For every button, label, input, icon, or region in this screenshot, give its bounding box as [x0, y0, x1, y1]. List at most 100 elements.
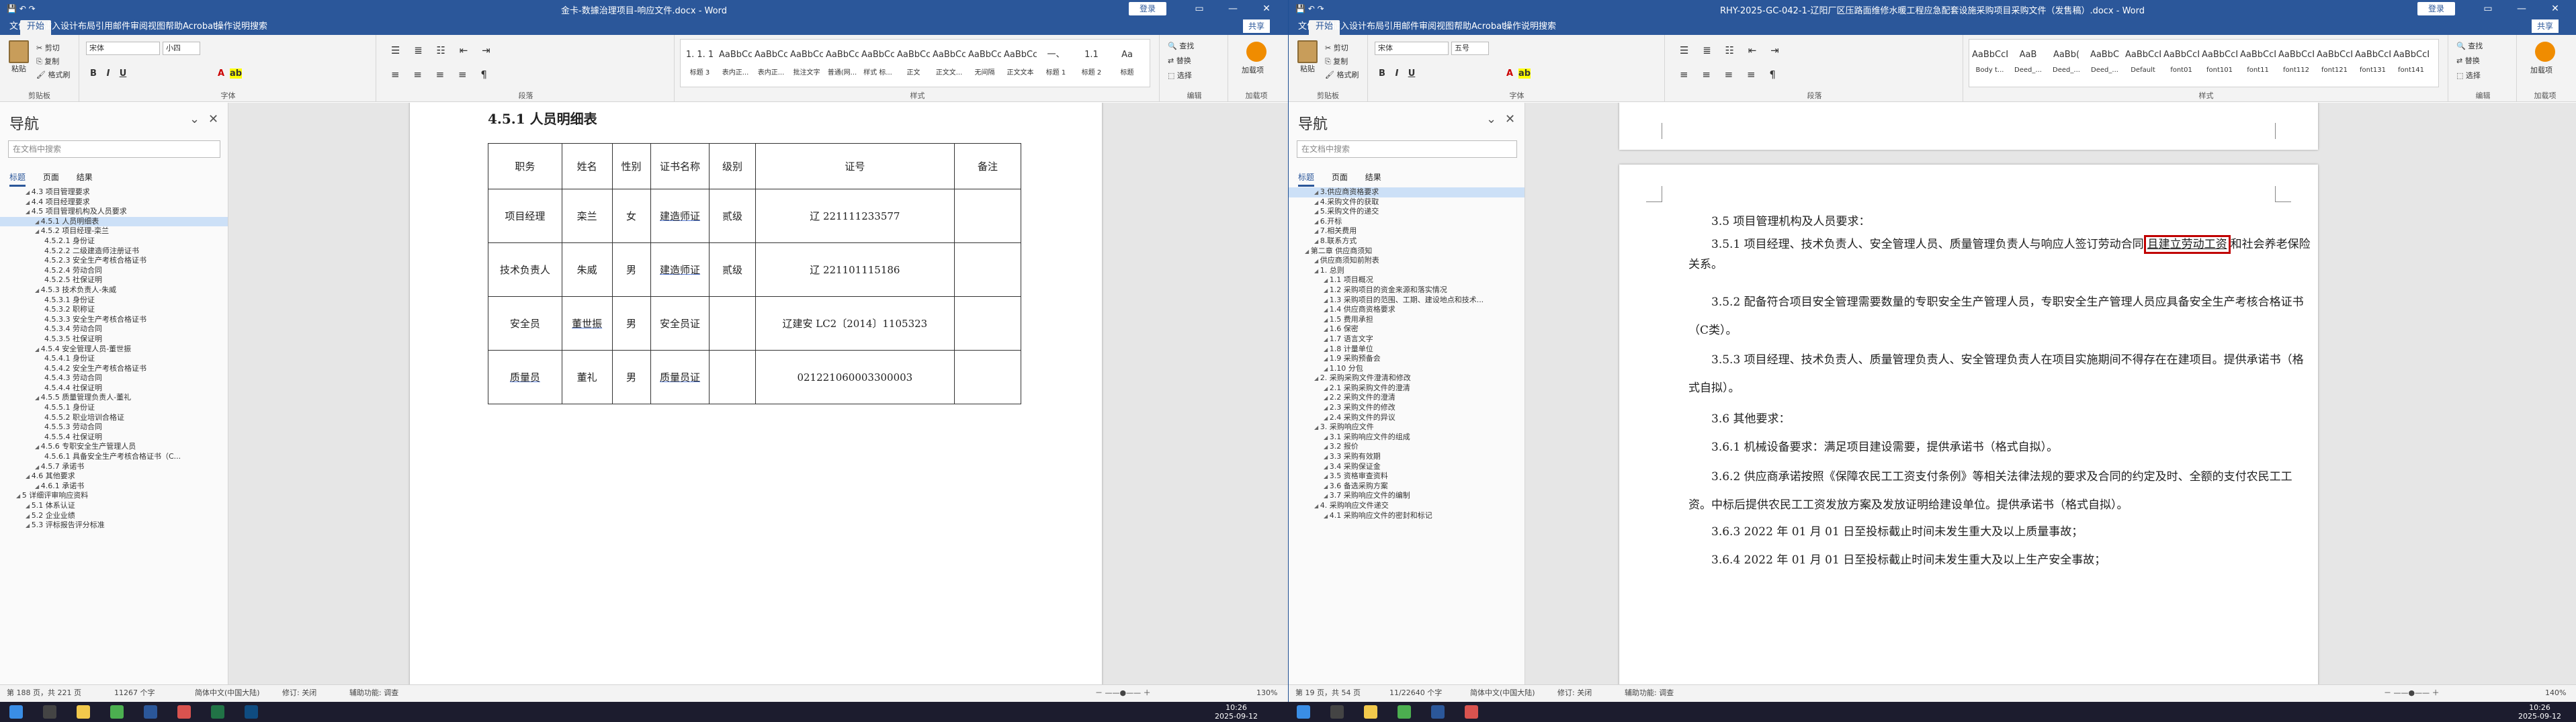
nav-heading-item[interactable]: 4.5.4.4 社保证明 [0, 383, 228, 394]
nav-heading-item[interactable]: ◢ 5.采购文件的递交 [1289, 207, 1525, 217]
style-gallery-item[interactable]: AaBbCcDd 正文文... [933, 44, 965, 84]
expand-triangle-icon[interactable]: ◢ [1314, 375, 1320, 381]
expand-triangle-icon[interactable]: ◢ [1324, 386, 1330, 392]
font-size-select[interactable]: 小四 [163, 42, 200, 55]
style-gallery-item[interactable]: AaBbCcDd 正文文本 [1004, 44, 1037, 84]
track-changes-status[interactable]: 修订: 关闭 [1557, 685, 1592, 701]
nav-heading-item[interactable]: 4.5.4.3 劳动合同 [0, 373, 228, 383]
zoom-slider[interactable]: － ——●—— ＋ [1095, 685, 1151, 701]
nav-heading-item[interactable]: ◢ 4.5.5 质量管理负责人-董礼 [0, 393, 228, 403]
nav-heading-item[interactable]: 4.5.6.1 具备安全生产考核合格证书（C... [0, 452, 228, 462]
excel-icon[interactable] [211, 705, 224, 719]
bold-button[interactable]: B [87, 69, 99, 79]
nav-tab-pages[interactable]: 页面 [1332, 171, 1348, 185]
style-gallery-item[interactable]: AaBbCcDc font131 [2355, 44, 2391, 84]
word-count[interactable]: 11/22640 个字 [1389, 685, 1442, 701]
expand-triangle-icon[interactable]: ◢ [26, 503, 32, 509]
addin-icon[interactable] [2535, 42, 2555, 62]
nav-heading-item[interactable]: ◢ 4.5.2 项目经理-栾兰 [0, 226, 228, 236]
style-gallery-item[interactable]: AaBbCcDdEe Body t... [1972, 44, 2008, 84]
pdf-icon[interactable] [1465, 705, 1478, 719]
expand-triangle-icon[interactable]: ◢ [1324, 473, 1330, 480]
expand-triangle-icon[interactable]: ◢ [1314, 424, 1320, 431]
nav-heading-item[interactable]: ◢ 4.5.4 安全管理人员-董世振 [0, 345, 228, 355]
page-count[interactable]: 第 19 页，共 54 页 [1295, 685, 1361, 701]
select-button[interactable]: ⬚ 选择 [1168, 70, 1192, 82]
list-buttons[interactable]: ☰ ≣ ☷ ⇤ ⇥ [391, 44, 496, 56]
nav-heading-item[interactable]: 4.5.3.5 社保证明 [0, 334, 228, 345]
font-color-button[interactable]: A [1504, 69, 1516, 79]
expand-triangle-icon[interactable]: ◢ [1324, 347, 1330, 353]
chevron-down-icon[interactable]: ⌄ [1486, 112, 1496, 126]
nav-heading-item[interactable]: ◢ 1.4 供应商资格要求 [1289, 305, 1525, 315]
addin-icon[interactable] [1246, 42, 1266, 62]
nav-heading-item[interactable]: ◢ 6.开标 [1289, 217, 1525, 227]
copy-button[interactable]: ⎘ 复制 [36, 56, 59, 67]
start-icon[interactable] [9, 705, 23, 719]
underline-button[interactable]: U [1406, 69, 1418, 79]
align-buttons[interactable]: ≡ ≡ ≡ ≡ ¶ [1680, 69, 1781, 81]
nav-tab-results[interactable]: 结果 [1365, 171, 1381, 185]
nav-heading-item[interactable]: ◢ 4.6.1 承诺书 [0, 482, 228, 492]
nav-heading-item[interactable]: 4.5.2.5 社保证明 [0, 275, 228, 285]
expand-triangle-icon[interactable]: ◢ [1324, 454, 1330, 460]
nav-heading-item[interactable]: ◢ 1.8 计量单位 [1289, 345, 1525, 355]
nav-heading-item[interactable]: ◢ 3.5 资格审查资料 [1289, 471, 1525, 482]
expand-triangle-icon[interactable]: ◢ [1324, 513, 1330, 519]
nav-heading-item[interactable]: 4.5.2.1 身份证 [0, 236, 228, 246]
style-gallery-item[interactable]: AaBbCcDd 样式 标... [861, 44, 894, 84]
nav-heading-item[interactable]: ◢ 1.7 语言文字 [1289, 334, 1525, 345]
start-icon[interactable] [1297, 705, 1310, 719]
browser-icon[interactable] [110, 705, 124, 719]
expand-triangle-icon[interactable]: ◢ [35, 464, 41, 470]
nav-heading-item[interactable]: ◢ 3.3 采购有效期 [1289, 452, 1525, 462]
nav-heading-item[interactable]: ◢ 1.3 采购项目的范围、工期、建设地点和技术... [1289, 296, 1525, 306]
style-gallery-item[interactable]: AaB Deed_... [2010, 44, 2046, 84]
copy-button[interactable]: ⎘ 复制 [1325, 56, 1348, 67]
nav-heading-item[interactable]: ◢ 1.10 分包 [1289, 364, 1525, 374]
expand-triangle-icon[interactable]: ◢ [16, 493, 22, 499]
expand-triangle-icon[interactable]: ◢ [1324, 366, 1330, 372]
nav-heading-item[interactable]: ◢ 4.3 项目管理要求 [0, 187, 228, 197]
word-count[interactable]: 11267 个字 [114, 685, 155, 701]
page-count[interactable]: 第 188 页，共 221 页 [7, 685, 81, 701]
expand-triangle-icon[interactable]: ◢ [35, 484, 41, 490]
expand-triangle-icon[interactable]: ◢ [1324, 317, 1330, 323]
close-button[interactable]: ✕ [2538, 0, 2572, 17]
nav-heading-item[interactable]: ◢ 4.5.1 人员明细表 [0, 216, 228, 227]
nav-search-input[interactable]: 在文档中搜索 [1297, 140, 1517, 158]
nav-heading-item[interactable]: ◢ 3.6 备选采购方案 [1289, 482, 1525, 492]
expand-triangle-icon[interactable]: ◢ [1324, 435, 1330, 441]
style-gallery-item[interactable]: AaBbCcDc font141 [2393, 44, 2429, 84]
nav-heading-item[interactable]: ◢ 3.1 采购响应文件的组成 [1289, 433, 1525, 443]
nav-heading-item[interactable]: ◢ 1.1 项目概况 [1289, 275, 1525, 285]
expand-triangle-icon[interactable]: ◢ [1314, 209, 1320, 215]
style-gallery-item[interactable]: 1. 1. 1 标题 3 [683, 44, 716, 84]
style-gallery-item[interactable]: 1.1 标题 2 [1075, 44, 1108, 84]
expand-triangle-icon[interactable]: ◢ [35, 287, 41, 294]
close-button[interactable]: ✕ [1250, 0, 1283, 17]
expand-triangle-icon[interactable]: ◢ [1324, 405, 1330, 411]
align-buttons[interactable]: ≡ ≡ ≡ ≡ ¶ [391, 69, 492, 81]
zoom-level[interactable]: 140% [2545, 685, 2566, 701]
highlight-button[interactable]: ab [1518, 69, 1531, 79]
share-button[interactable]: 共享 [2532, 19, 2559, 33]
nav-heading-item[interactable]: ◢ 7.相关费用 [1289, 226, 1525, 236]
bold-button[interactable]: B [1376, 69, 1388, 79]
nav-heading-item[interactable]: ◢ 供应商须知前附表 [1289, 256, 1525, 266]
format-painter-button[interactable]: 🖌 格式刷 [36, 70, 70, 81]
expand-triangle-icon[interactable]: ◢ [1324, 395, 1330, 401]
expand-triangle-icon[interactable]: ◢ [1314, 238, 1320, 244]
close-icon[interactable]: ✕ [208, 112, 218, 126]
nav-heading-item[interactable]: ◢ 1.5 费用承担 [1289, 315, 1525, 325]
nav-heading-item[interactable]: ◢ 3. 采购响应文件 [1289, 422, 1525, 433]
cut-button[interactable]: ✂ 剪切 [1325, 43, 1348, 54]
tell-me-search[interactable]: 操作说明搜索 [1497, 20, 1563, 35]
nav-heading-item[interactable]: ◢ 3.7 采购响应文件的编制 [1289, 491, 1525, 501]
search-icon[interactable] [1330, 705, 1344, 719]
font-size-select[interactable]: 五号 [1451, 42, 1489, 55]
language-indicator[interactable]: 简体中文(中国大陆) [195, 685, 260, 701]
expand-triangle-icon[interactable]: ◢ [26, 209, 32, 215]
style-gallery-item[interactable]: AaBbC Deed_... [2087, 44, 2122, 84]
nav-heading-item[interactable]: ◢ 4.5.6 专职安全生产管理人员 [0, 442, 228, 452]
